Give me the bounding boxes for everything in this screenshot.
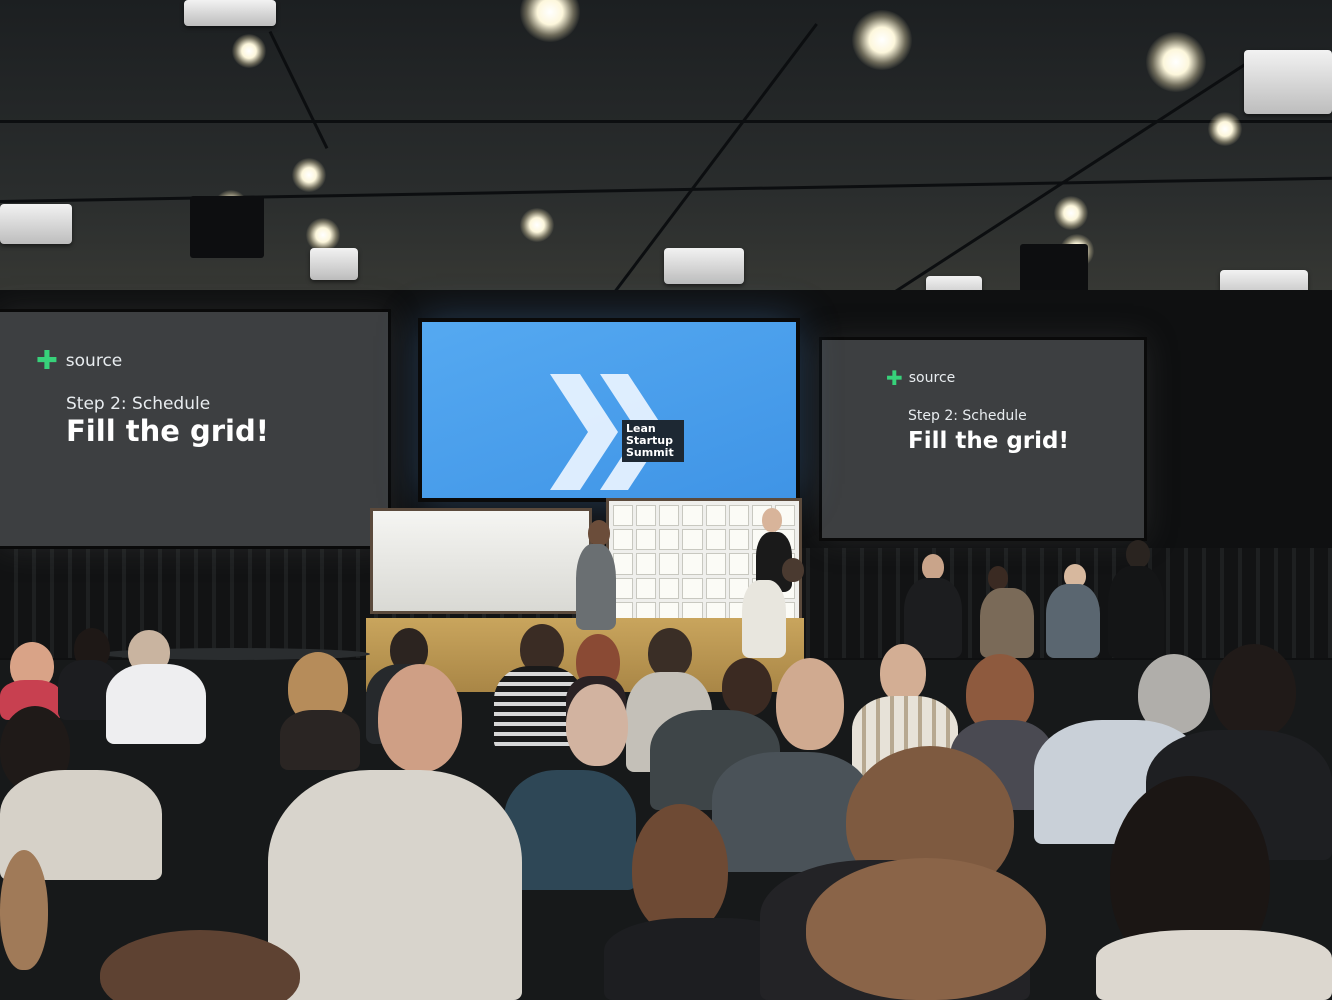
ceiling-light xyxy=(232,34,266,68)
ceiling-light xyxy=(1208,112,1242,146)
conference-hall-photo: ✚ source Step 2: Schedule Fill the grid!… xyxy=(0,0,1332,1000)
ceiling-light xyxy=(1054,196,1088,230)
ceiling-light xyxy=(306,218,340,252)
slide-headline: Fill the grid! xyxy=(66,414,269,448)
ceiling-light xyxy=(520,0,580,42)
ceiling-projector xyxy=(310,248,358,280)
brand-name: source xyxy=(65,351,123,371)
plus-logo-icon: ✚ xyxy=(886,366,903,390)
slide-headline: Fill the grid! xyxy=(908,428,1069,454)
logo-line: Summit xyxy=(626,446,674,459)
brand-name: source xyxy=(908,370,956,386)
center-projection-screen: Lean Startup Summit xyxy=(422,322,796,498)
ceiling xyxy=(0,0,1332,320)
ceiling-projector xyxy=(0,204,72,244)
chevron-logo-icon xyxy=(550,374,666,490)
lean-startup-summit-logo: Lean Startup Summit xyxy=(622,420,684,462)
ceiling-light xyxy=(292,158,326,192)
ceiling-speaker xyxy=(190,196,264,258)
whiteboard xyxy=(370,508,592,614)
plus-logo-icon: ✚ xyxy=(36,346,58,376)
ceiling-projector xyxy=(184,0,276,26)
slide-step: Step 2: Schedule xyxy=(908,408,1027,424)
slide-step: Step 2: Schedule xyxy=(66,394,211,414)
ceiling-projector xyxy=(664,248,744,284)
ceiling-beam xyxy=(0,120,1332,123)
left-projection-screen: ✚ source Step 2: Schedule Fill the grid! xyxy=(0,312,388,546)
source-logo: ✚ source xyxy=(886,366,955,390)
right-projection-screen: ✚ source Step 2: Schedule Fill the grid! xyxy=(822,340,1144,538)
ceiling-light xyxy=(1146,32,1206,92)
source-logo: ✚ source xyxy=(36,346,122,376)
ceiling-projector xyxy=(1244,50,1332,114)
ceiling-light xyxy=(852,10,912,70)
ceiling-beam xyxy=(268,30,329,150)
ceiling-speaker xyxy=(1020,244,1088,294)
ceiling-light xyxy=(520,208,554,242)
